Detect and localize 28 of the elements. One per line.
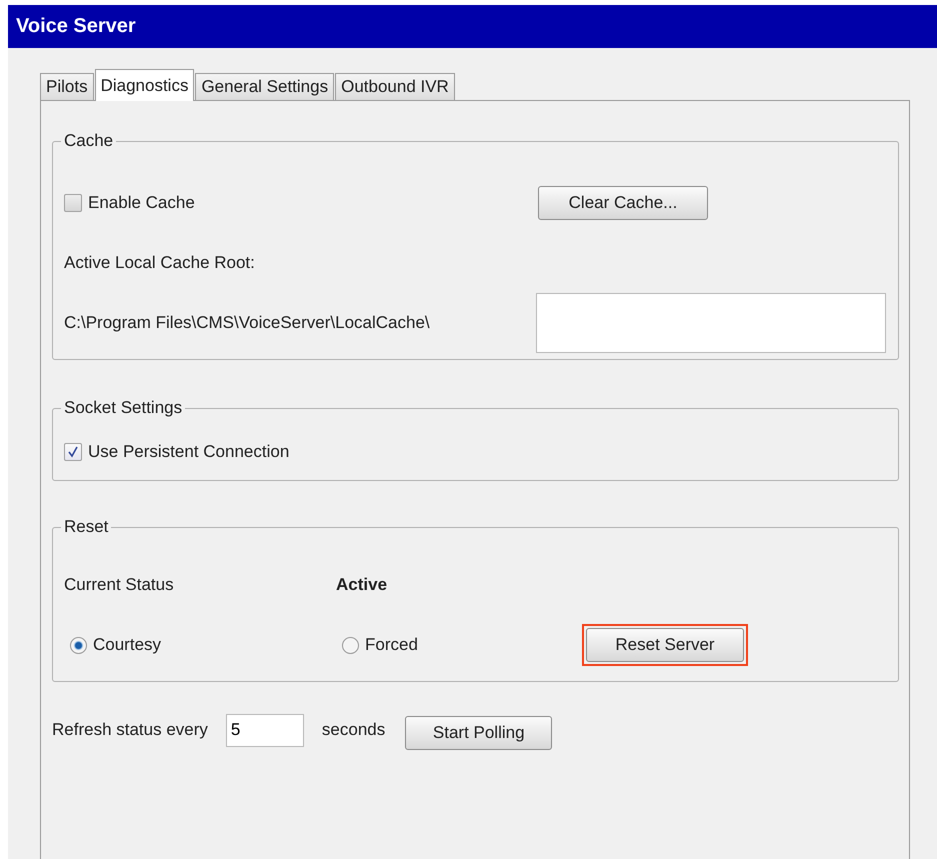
checkbox[interactable] — [64, 194, 82, 212]
group-title: Cache — [63, 131, 114, 151]
cache-root-path: C:\Program Files\CMS\VoiceServer\LocalCache\ — [64, 312, 431, 334]
window-title: Voice Server — [16, 15, 136, 38]
checkbox-label: Use Persistent Connection — [88, 442, 290, 462]
radio-label: Courtesy — [93, 635, 162, 655]
start-polling-button[interactable]: Start Polling — [405, 716, 552, 750]
cache-root-label: Active Local Cache Root: — [64, 252, 256, 274]
tab[interactable]: General Settings — [195, 73, 334, 100]
tab[interactable]: Pilots — [40, 73, 94, 100]
checkbox[interactable] — [64, 443, 82, 461]
group-title: Socket Settings — [63, 398, 184, 418]
refresh-label: Refresh status every — [52, 720, 208, 740]
status-value: Active — [336, 574, 388, 596]
unit-label: seconds — [322, 720, 386, 740]
group-title: Reset — [63, 517, 110, 537]
status-label: Current Status — [64, 574, 175, 596]
clear-cache-button[interactable]: Clear Cache... — [538, 186, 708, 220]
input-field[interactable] — [536, 293, 886, 353]
interval-field[interactable]: 5 — [226, 714, 304, 746]
tab[interactable]: Diagnostics — [94, 69, 194, 101]
tab[interactable]: Outbound IVR — [335, 73, 455, 100]
check-icon — [67, 446, 79, 458]
radio-button[interactable] — [70, 636, 87, 654]
checkbox-label: Enable Cache — [88, 193, 195, 213]
radio-button[interactable] — [342, 636, 359, 654]
radio-label: Forced — [365, 635, 418, 655]
reset-server-button[interactable]: Reset Server — [586, 628, 744, 662]
